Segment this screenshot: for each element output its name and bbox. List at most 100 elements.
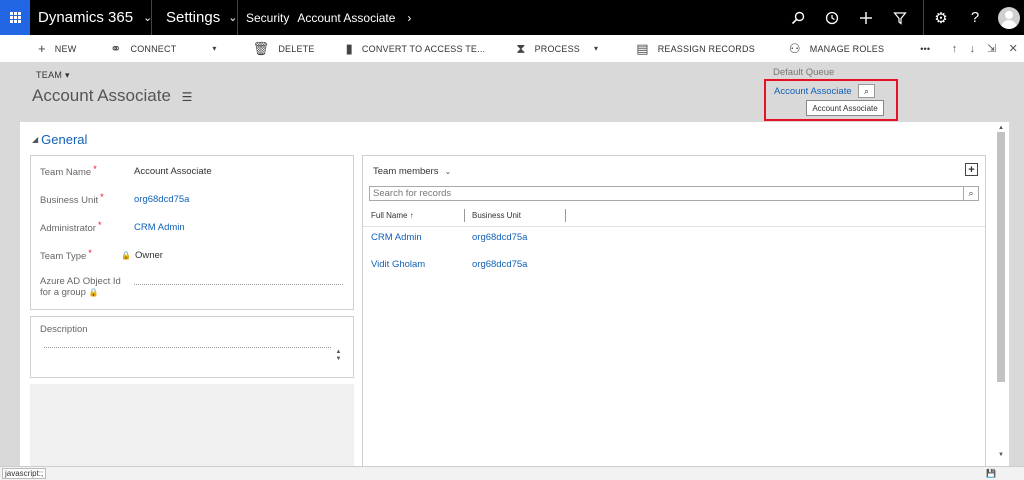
record-name: Account Associate (32, 86, 171, 105)
entity-type-selector[interactable]: TEAM ▾ (36, 70, 70, 81)
nav-icon-group: ⚙ ? (781, 0, 1024, 35)
business-unit-link[interactable]: org68dcd75a (472, 232, 527, 243)
search-icon[interactable]: ⌕ (963, 187, 978, 200)
business-unit-link[interactable]: org68dcd75a (134, 194, 189, 205)
reassign-records-button[interactable]: ▤ Reassign Records (636, 35, 755, 62)
administrator-link[interactable]: CRM Admin (134, 222, 185, 233)
app-switcher[interactable]: Dynamics 365 ⌄ (30, 0, 152, 35)
field-label: Business Unit * (40, 192, 104, 206)
description-label: Description (40, 324, 88, 335)
trash-icon: 🗑 (252, 40, 270, 56)
description-input[interactable] (44, 347, 331, 348)
team-type-value: 🔒 Owner (121, 250, 163, 261)
empty-section-placeholder (30, 384, 354, 466)
breadcrumb-security[interactable]: Security (246, 11, 289, 25)
plus-icon: + (38, 41, 46, 56)
area-name: Settings (166, 9, 221, 26)
general-fields-panel: Team Name * Account Associate Business Un… (30, 155, 354, 310)
filter-icon[interactable] (883, 0, 917, 35)
default-queue-link[interactable]: Account Associate (774, 86, 852, 97)
avatar[interactable] (998, 6, 1020, 29)
app-name: Dynamics 365 (38, 9, 134, 26)
reassign-label: Reassign Records (657, 43, 755, 54)
convert-label: Convert to Access Te... (361, 43, 486, 54)
team-name-value[interactable]: Account Associate (134, 166, 212, 177)
scroll-down-icon[interactable]: ▼ (998, 452, 1004, 458)
required-marker: * (93, 164, 97, 174)
column-header-business-unit[interactable]: Business Unit (472, 211, 521, 220)
record-nav-group: ↑ ↓ ⇲ ✕ (952, 35, 1018, 62)
full-name-link[interactable]: CRM Admin (371, 232, 422, 243)
textarea-resize-control[interactable]: ▲ ▼ (334, 349, 343, 363)
chevron-down-icon: ▾ (65, 70, 70, 80)
scroll-up-icon[interactable]: ▲ (998, 125, 1004, 131)
add-record-icon[interactable]: + (965, 163, 978, 176)
manage-roles-label: Manage Roles (809, 43, 885, 54)
recent-history-icon[interactable] (815, 0, 849, 35)
manage-roles-button[interactable]: ⚇ Manage Roles (789, 35, 884, 62)
team-members-subgrid: Team members ⌄ + Search for records ⌕ Ful… (362, 155, 986, 466)
business-unit-link[interactable]: org68dcd75a (472, 259, 527, 270)
entity-type-label: TEAM (36, 70, 63, 80)
form-scrollbar[interactable]: ▲ ▼ (995, 122, 1009, 466)
lookup-search-icon[interactable]: ⌕ (858, 84, 875, 98)
scrollbar-thumb[interactable] (997, 132, 1005, 382)
field-label: Azure AD Object Id for a group 🔒 (40, 276, 121, 298)
azure-ad-object-id-input[interactable] (134, 284, 343, 285)
subgrid-search-input[interactable]: Search for records ⌕ (369, 186, 979, 201)
command-bar: + New ⚭ Connect ▾ 🗑 Delete ▮ Convert to … (0, 35, 1024, 62)
breadcrumb-record[interactable]: Account Associate (297, 11, 395, 25)
subgrid-header-row: Full Name ↑ Business Unit (363, 205, 985, 227)
connect-button[interactable]: ⚭ Connect (110, 35, 176, 62)
required-marker: * (97, 220, 102, 230)
chevron-down-icon: ⌄ (444, 167, 452, 176)
gear-icon[interactable]: ⚙ (924, 0, 958, 35)
search-icon[interactable] (781, 0, 815, 35)
chevron-right-icon[interactable]: › (407, 11, 411, 25)
save-icon[interactable]: 💾 (986, 469, 996, 478)
arrow-down-icon: ▼ (335, 356, 342, 362)
collapse-triangle-icon: ◢ (32, 135, 39, 144)
subgrid-view-selector[interactable]: Team members ⌄ (373, 166, 451, 177)
required-marker: * (88, 248, 92, 258)
chevron-down-icon: ⌄ (143, 12, 153, 24)
field-label: Team Type * (40, 248, 92, 262)
delete-button[interactable]: 🗑 Delete (253, 35, 315, 62)
app-launcher-button[interactable] (0, 0, 30, 35)
column-header-full-name[interactable]: Full Name ↑ (371, 211, 414, 220)
new-label: New (54, 43, 77, 54)
column-divider[interactable] (464, 209, 465, 222)
table-row[interactable]: CRM Admin org68dcd75a (363, 229, 985, 249)
delete-label: Delete (278, 43, 315, 54)
close-icon[interactable]: ✕ (1009, 42, 1018, 55)
chevron-down-icon: ⌄ (228, 12, 238, 24)
reassign-icon: ▤ (636, 40, 649, 56)
arrow-up-icon[interactable]: ↑ (952, 43, 958, 55)
default-queue-highlight: Account Associate ⌕ Account Associate (764, 79, 898, 121)
subgrid-title: Team members (373, 166, 439, 177)
more-commands-button[interactable]: ••• (920, 35, 930, 62)
form-selector-icon[interactable]: ☰ (182, 90, 193, 104)
area-switcher[interactable]: Settings ⌄ (152, 0, 238, 35)
breadcrumb: Security Account Associate › (238, 0, 411, 35)
hourglass-icon: ⧗ (516, 40, 526, 56)
table-row[interactable]: Vidit Gholam org68dcd75a (363, 256, 985, 276)
arrow-down-icon[interactable]: ↓ (969, 43, 975, 55)
chevron-down-icon: ▾ (593, 44, 599, 53)
pop-out-icon[interactable]: ⇲ (987, 42, 996, 55)
new-button[interactable]: + New (38, 35, 76, 62)
convert-button[interactable]: ▮ Convert to Access Te... (346, 35, 486, 62)
connect-dropdown[interactable]: ▾ (212, 35, 216, 62)
full-name-link[interactable]: Vidit Gholam (371, 259, 425, 270)
process-button[interactable]: ⧗ Process ▾ (516, 35, 598, 62)
top-nav-bar: Dynamics 365 ⌄ Settings ⌄ Security Accou… (0, 0, 1024, 35)
plus-icon[interactable] (849, 0, 883, 35)
sort-ascending-icon: ↑ (409, 211, 414, 220)
section-header-general[interactable]: ◢ General (32, 132, 87, 147)
status-bar: javascript:; 💾 (0, 466, 1024, 480)
form-body: ◢ General Team Name * Account Associate Bu… (20, 122, 995, 466)
field-label: Team Name * (40, 164, 97, 178)
column-divider[interactable] (565, 209, 566, 222)
field-label: Administrator * (40, 220, 102, 234)
help-icon[interactable]: ? (958, 0, 992, 35)
